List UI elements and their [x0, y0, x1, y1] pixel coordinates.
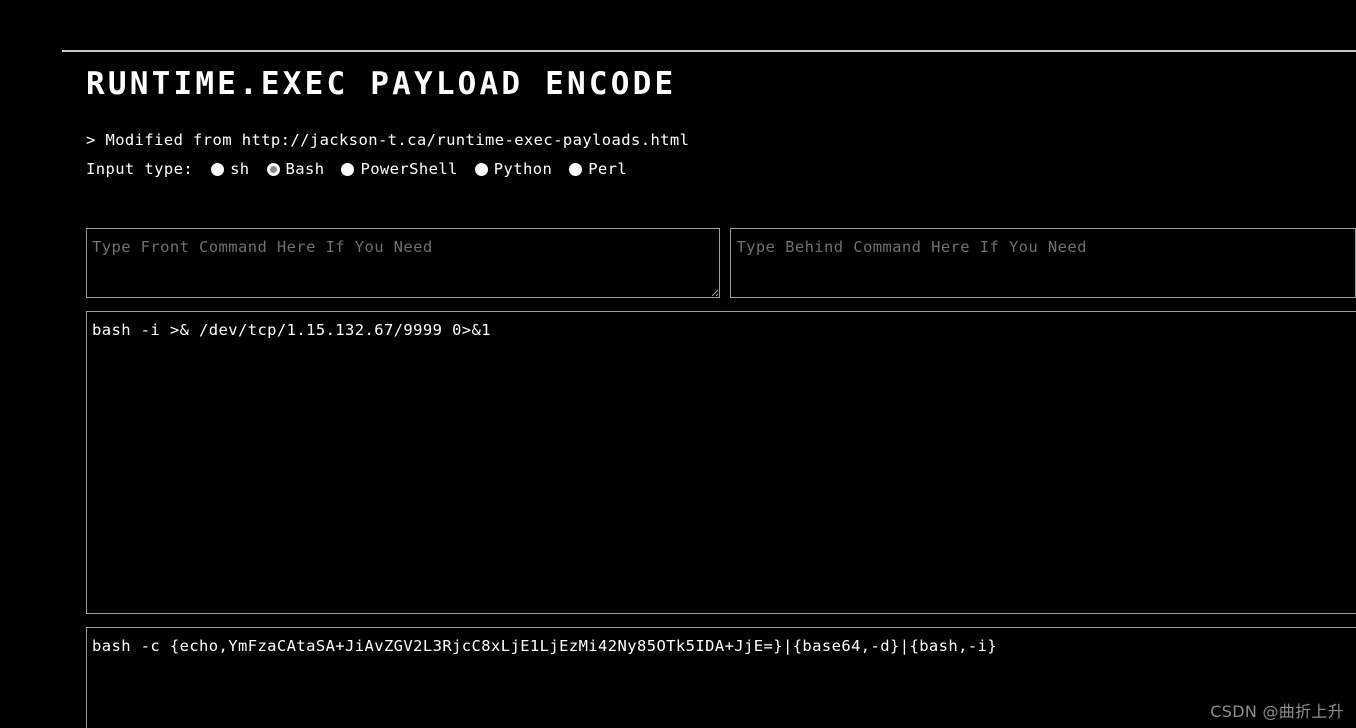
- front-command-input[interactable]: [86, 228, 721, 298]
- radio-label-perl: Perl: [588, 160, 628, 178]
- main-command-input[interactable]: [86, 311, 1356, 614]
- radio-icon-powershell[interactable]: [341, 162, 355, 176]
- command-wrapper-row: [86, 228, 1356, 298]
- source-attribution: > Modified from http://jackson-t.ca/runt…: [86, 131, 690, 149]
- radio-label-bash: Bash: [285, 160, 325, 178]
- behind-command-input[interactable]: [730, 228, 1356, 298]
- radio-option-powershell[interactable]: PowerShell: [341, 158, 457, 180]
- radio-option-bash[interactable]: Bash: [266, 158, 325, 180]
- encoded-output-field[interactable]: [86, 627, 1356, 728]
- radio-label-python: Python: [493, 160, 553, 178]
- page-content: RUNTIME.EXEC PAYLOAD ENCODE > Modified f…: [86, 62, 1356, 728]
- radio-icon-python[interactable]: [474, 162, 488, 176]
- radio-label-sh: sh: [230, 160, 250, 178]
- radio-option-python[interactable]: Python: [474, 158, 553, 180]
- page-root: RUNTIME.EXEC PAYLOAD ENCODE > Modified f…: [0, 0, 1356, 728]
- radio-label-powershell: PowerShell: [360, 160, 458, 178]
- page-title: RUNTIME.EXEC PAYLOAD ENCODE: [86, 66, 677, 102]
- csdn-watermark: CSDN @曲折上升: [1210, 702, 1344, 721]
- input-type-radio-group: Input type: sh Bash PowerShell Python Pe…: [86, 158, 1356, 180]
- input-type-label: Input type:: [86, 160, 194, 178]
- radio-option-perl[interactable]: Perl: [569, 158, 627, 180]
- radio-icon-perl[interactable]: [569, 162, 583, 176]
- radio-icon-bash[interactable]: [266, 162, 280, 176]
- header-divider: [62, 50, 1356, 52]
- radio-option-sh[interactable]: sh: [211, 158, 249, 180]
- radio-icon-sh[interactable]: [211, 162, 225, 176]
